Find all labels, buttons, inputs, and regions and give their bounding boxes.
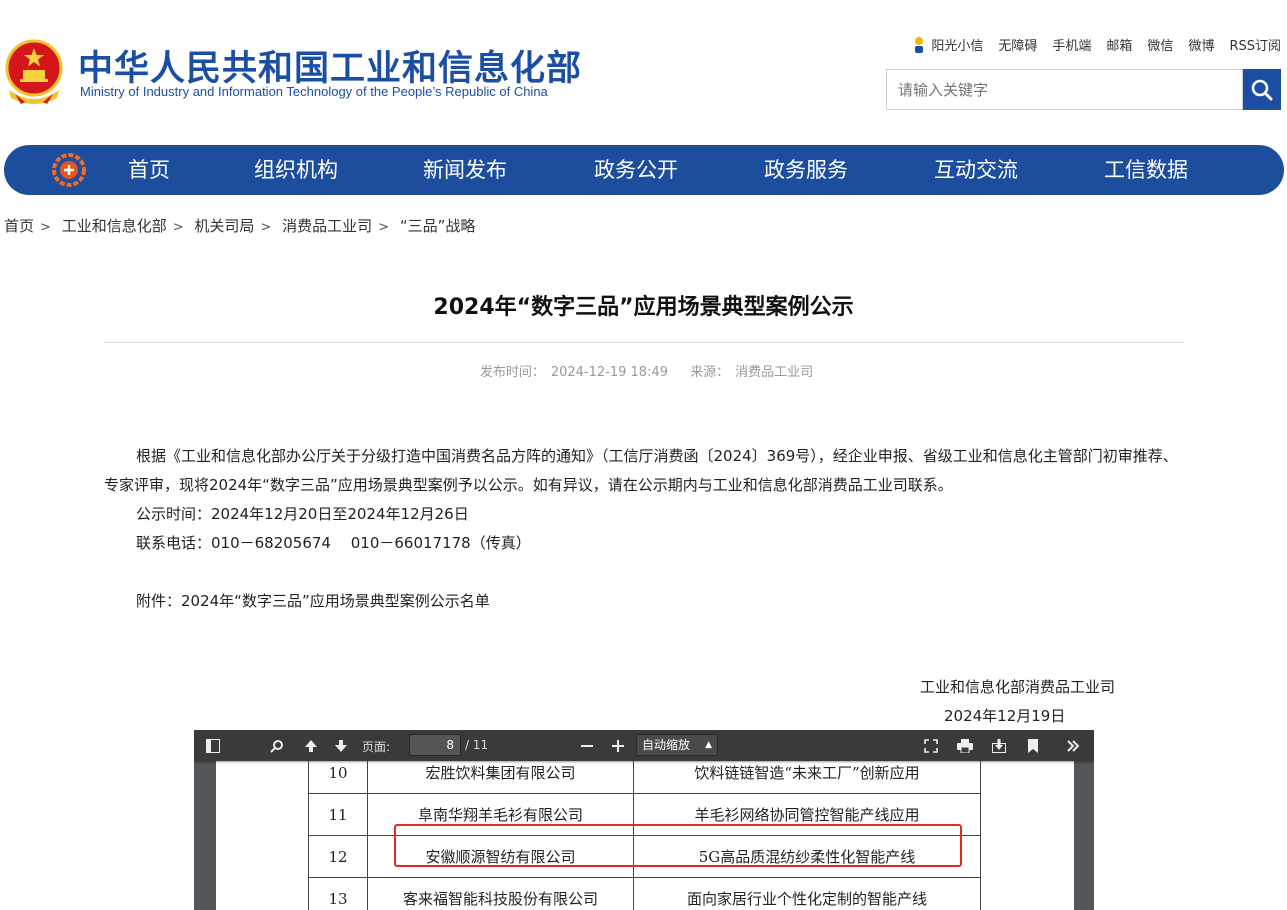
row-number: 12 bbox=[308, 835, 368, 878]
sunshine-icon bbox=[915, 37, 924, 53]
main-nav: 首页 组织机构 新闻发布 政务公开 政务服务 互动交流 工信数据 bbox=[4, 145, 1284, 195]
breadcrumb-separator: > bbox=[172, 220, 184, 235]
sidebar-icon bbox=[206, 739, 220, 753]
breadcrumb-separator: > bbox=[378, 220, 390, 235]
tools-button[interactable] bbox=[1063, 736, 1083, 756]
link-weibo[interactable]: 微博 bbox=[1188, 35, 1214, 54]
link-sunshine[interactable]: 阳光小信 bbox=[931, 35, 983, 54]
previous-page-button[interactable] bbox=[301, 736, 321, 756]
contact-phone: 联系电话：010－68205674 010－66017178（传真） bbox=[136, 534, 531, 552]
breadcrumb-separator: > bbox=[260, 220, 272, 235]
breadcrumb-home[interactable]: 首页 bbox=[4, 217, 34, 235]
download-icon bbox=[992, 739, 1006, 753]
link-accessibility[interactable]: 无障碍 bbox=[998, 35, 1037, 54]
printer-icon bbox=[957, 739, 973, 753]
chevron-updown-icon: ▲ bbox=[705, 740, 712, 750]
link-mail[interactable]: 邮箱 bbox=[1106, 35, 1132, 54]
breadcrumb-sanpin[interactable]: “三品”战略 bbox=[400, 217, 476, 235]
search-icon bbox=[1251, 79, 1273, 100]
nav-item-gov-service[interactable]: 政务服务 bbox=[764, 145, 848, 195]
company-cell: 客来福智能科技股份有限公司 bbox=[367, 877, 634, 910]
nav-item-news[interactable]: 新闻发布 bbox=[423, 145, 507, 195]
sidebar-toggle-button[interactable] bbox=[203, 736, 223, 756]
nav-item-organization[interactable]: 组织机构 bbox=[254, 145, 338, 195]
highlight-box bbox=[394, 824, 962, 867]
presentation-mode-button[interactable] bbox=[921, 736, 941, 756]
breadcrumb-ministry[interactable]: 工业和信息化部 bbox=[62, 217, 167, 235]
notice-period: 公示时间：2024年12月20日至2024年12月26日 bbox=[136, 505, 469, 523]
download-button[interactable] bbox=[989, 736, 1009, 756]
next-page-button[interactable] bbox=[331, 736, 351, 756]
source-label: 来源： bbox=[690, 365, 730, 380]
plus-icon bbox=[612, 740, 624, 752]
breadcrumb-departments[interactable]: 机关司局 bbox=[194, 217, 254, 235]
national-emblem-icon bbox=[5, 39, 63, 104]
search-button[interactable] bbox=[1243, 69, 1281, 110]
breadcrumb-separator: > bbox=[40, 220, 51, 235]
top-links: 阳光小信 无障碍 手机端 邮箱 微信 微博 RSS订阅 bbox=[911, 34, 1281, 54]
sign-date: 2024年12月19日 bbox=[944, 707, 1066, 725]
project-cell: 面向家居行业个性化定制的智能产线 bbox=[633, 877, 981, 910]
zoom-out-button[interactable] bbox=[577, 736, 597, 756]
search-input[interactable] bbox=[886, 69, 1243, 110]
zoom-value: 自动缩放 bbox=[642, 738, 691, 752]
publish-label: 发布时间： bbox=[479, 365, 545, 380]
arrow-up-icon bbox=[305, 740, 317, 752]
attachment-link[interactable]: 附件：2024年“数字三品”应用场景典型案例公示名单 bbox=[136, 590, 490, 611]
link-mobile[interactable]: 手机端 bbox=[1052, 35, 1091, 54]
article-paragraph: 根据《工业和信息化部办公厅关于分级打造中国消费名品方阵的通知》（工信厅消费函〔2… bbox=[104, 447, 1178, 494]
link-rss[interactable]: RSS订阅 bbox=[1229, 35, 1281, 54]
nav-item-interaction[interactable]: 互动交流 bbox=[934, 145, 1018, 195]
zoom-in-button[interactable] bbox=[608, 736, 628, 756]
bookmark-button[interactable] bbox=[1023, 736, 1043, 756]
nav-item-home[interactable]: 首页 bbox=[128, 145, 170, 195]
fullscreen-icon bbox=[924, 739, 938, 753]
title-divider bbox=[104, 342, 1184, 343]
publish-time: 2024-12-19 18:49 bbox=[550, 365, 668, 380]
page-label: 页面: bbox=[362, 740, 391, 754]
page-total: / 11 bbox=[465, 738, 489, 752]
breadcrumb: 首页 > 工业和信息化部 > 机关司局 > 消费品工业司 > “三品”战略 bbox=[4, 215, 475, 236]
find-button[interactable] bbox=[267, 736, 287, 756]
breadcrumb-consumer-goods[interactable]: 消费品工业司 bbox=[282, 217, 372, 235]
row-number: 13 bbox=[308, 877, 368, 910]
double-chevron-right-icon bbox=[1067, 740, 1080, 752]
zoom-select[interactable]: 自动缩放 ▲ bbox=[636, 734, 718, 756]
miit-logo-icon bbox=[52, 153, 86, 187]
table-row: 13 客来福智能科技股份有限公司 面向家居行业个性化定制的智能产线 bbox=[308, 877, 981, 910]
row-number: 11 bbox=[308, 793, 368, 836]
pdf-viewer: 10 宏胜饮料集团有限公司 饮料链链智造“未来工厂”创新应用 11 阜南华翔羊毛衫有限公… bbox=[194, 730, 1094, 910]
arrow-down-icon bbox=[335, 740, 347, 752]
pdf-toolbar: 页面: / 11 自动缩放 ▲ bbox=[194, 730, 1094, 761]
search-icon bbox=[270, 740, 283, 753]
minus-icon bbox=[581, 745, 593, 747]
source-value: 消费品工业司 bbox=[735, 365, 814, 380]
pdf-page: 10 宏胜饮料集团有限公司 饮料链链智造“未来工厂”创新应用 11 阜南华翔羊毛衫有限公… bbox=[216, 751, 1074, 910]
site-subtitle: Ministry of Industry and Information Tec… bbox=[80, 84, 548, 99]
link-wechat[interactable]: 微信 bbox=[1147, 35, 1173, 54]
article-title: 2024年“数字三品”应用场景典型案例公示 bbox=[433, 295, 854, 320]
bookmark-icon bbox=[1028, 739, 1038, 753]
print-button[interactable] bbox=[955, 736, 975, 756]
page-number-input[interactable] bbox=[409, 734, 461, 756]
nav-item-data[interactable]: 工信数据 bbox=[1104, 145, 1188, 195]
article-meta: 发布时间： 2024-12-19 18:49 来源： 消费品工业司 bbox=[0, 361, 1287, 380]
signature: 工业和信息化部消费品工业司 bbox=[920, 678, 1116, 696]
nav-item-gov-affairs[interactable]: 政务公开 bbox=[594, 145, 678, 195]
